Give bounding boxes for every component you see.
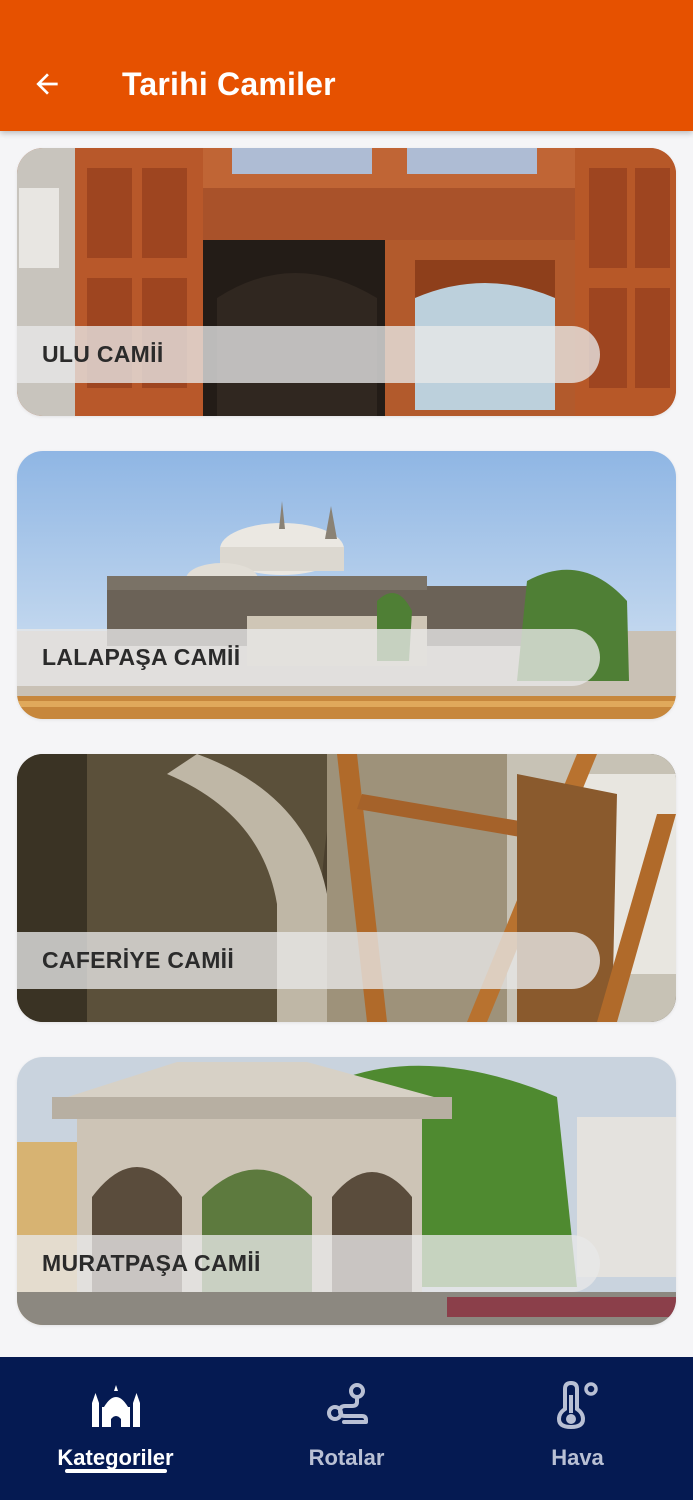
bottom-navigation: Kategoriler Rotalar Hava — [0, 1357, 693, 1500]
nav-label: Kategoriler — [57, 1445, 174, 1470]
nav-item-hava[interactable]: Hava — [462, 1357, 693, 1500]
card-label-pill: MURATPAŞA CAMİİ — [17, 1235, 600, 1292]
back-button[interactable] — [22, 62, 72, 106]
nav-label: Rotalar — [308, 1445, 385, 1470]
route-icon — [326, 1383, 368, 1424]
card-label-pill: LALAPAŞA CAMİİ — [17, 629, 600, 686]
active-tab-indicator — [64, 1469, 167, 1473]
mosque-card-ulu[interactable]: ULU CAMİİ — [17, 148, 676, 416]
nav-item-rotalar[interactable]: Rotalar — [231, 1357, 462, 1500]
card-label-pill: ULU CAMİİ — [17, 326, 600, 383]
arrow-left-icon — [36, 73, 58, 95]
page-title: Tarihi Camiler — [122, 66, 336, 102]
card-label: ULU CAMİİ — [42, 341, 164, 367]
mosque-list: ULU CAMİİ LALAPAŞA CAMİİ CAFERİYE CAMİİ … — [17, 148, 676, 1360]
card-label-pill: CAFERİYE CAMİİ — [17, 932, 600, 989]
card-label: MURATPAŞA CAMİİ — [42, 1250, 261, 1276]
card-label: LALAPAŞA CAMİİ — [42, 644, 241, 670]
mosque-card-caferiye[interactable]: CAFERİYE CAMİİ — [17, 754, 676, 1022]
thermometer-icon — [556, 1381, 598, 1429]
nav-item-kategoriler[interactable]: Kategoriler — [0, 1357, 231, 1500]
card-label: CAFERİYE CAMİİ — [42, 947, 235, 973]
mosque-card-lalapasa[interactable]: LALAPAŞA CAMİİ — [17, 451, 676, 719]
app-bar: Tarihi Camiler — [0, 0, 693, 131]
mosque-icon — [91, 1385, 140, 1427]
mosque-card-muratpasa[interactable]: MURATPAŞA CAMİİ — [17, 1057, 676, 1325]
nav-label: Hava — [551, 1445, 604, 1470]
